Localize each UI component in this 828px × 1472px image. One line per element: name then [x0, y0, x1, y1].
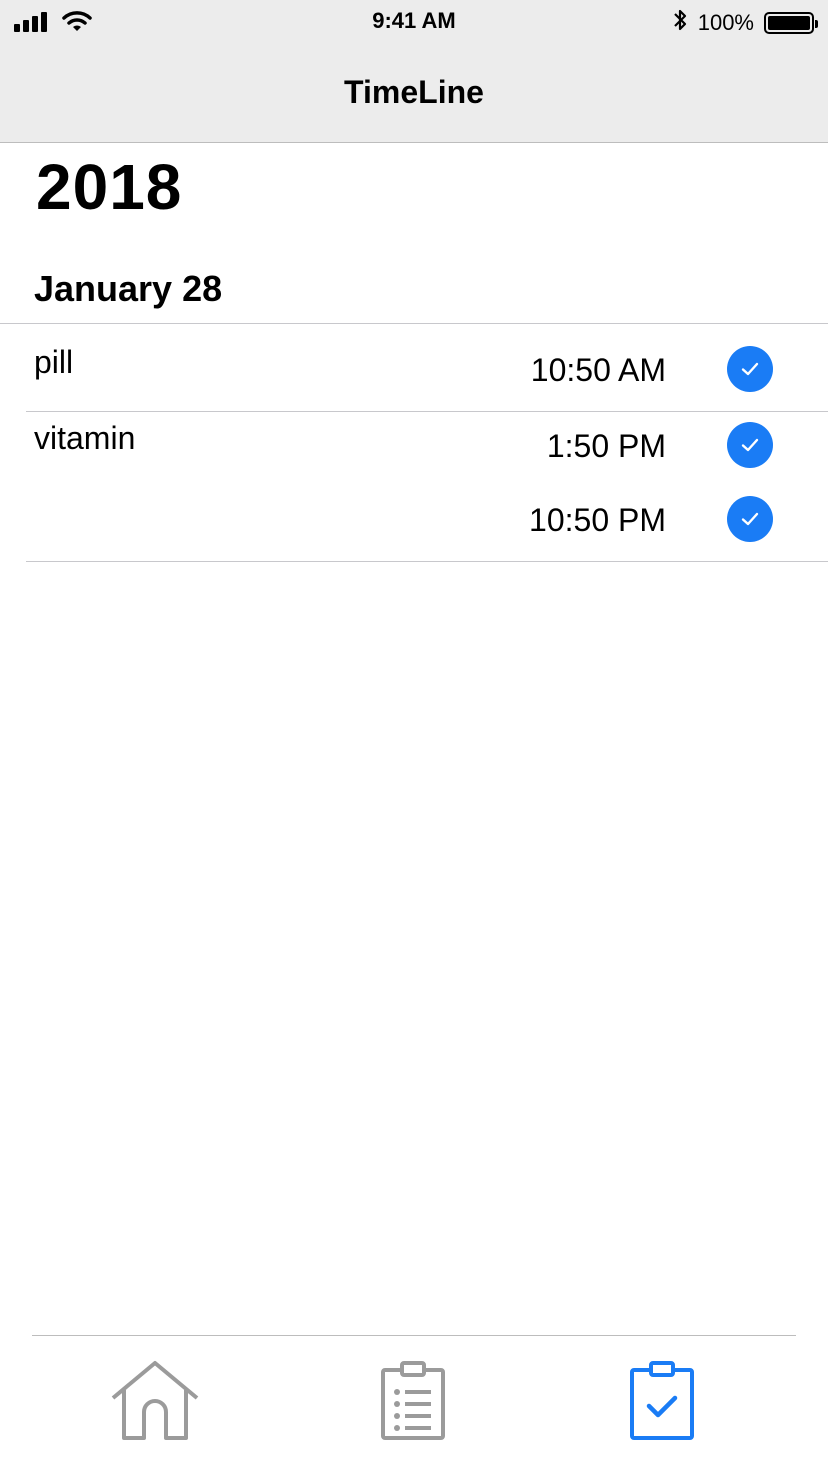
- check-clipboard-icon: [628, 1360, 698, 1445]
- med-name: vitamin: [34, 420, 136, 456]
- tab-home[interactable]: [110, 1360, 200, 1444]
- dose-time: 10:50 AM: [530, 352, 666, 388]
- row-divider: [26, 561, 828, 562]
- nav-title: TimeLine: [344, 74, 484, 110]
- section-divider: [0, 323, 828, 324]
- tab-list[interactable]: [369, 1360, 459, 1444]
- battery-percent: 100%: [697, 10, 754, 35]
- top-bar: 9:41 AM 100% TimeLine: [0, 0, 828, 143]
- status-bar: 9:41 AM 100%: [0, 0, 828, 44]
- year-heading: 2018: [36, 151, 183, 223]
- med-name: pill: [34, 344, 74, 380]
- date-header: January 28: [34, 268, 223, 309]
- list-clipboard-icon: [379, 1360, 449, 1445]
- timeline-screen: 9:41 AM 100% TimeLine 2018 January 28 pi…: [0, 0, 828, 1472]
- checkmark-icon[interactable]: [727, 346, 773, 392]
- tab-timeline[interactable]: [618, 1360, 708, 1444]
- tab-bar-divider: [32, 1335, 796, 1336]
- status-right: 100%: [672, 8, 818, 38]
- dose-time: 10:50 PM: [529, 502, 666, 538]
- checkmark-icon[interactable]: [727, 422, 773, 468]
- dose-time: 1:50 PM: [546, 428, 666, 464]
- row-divider: [26, 411, 828, 412]
- checkmark-icon[interactable]: [727, 496, 773, 542]
- bluetooth-icon: [672, 8, 688, 38]
- battery-icon: [764, 12, 818, 34]
- home-icon: [110, 1360, 200, 1445]
